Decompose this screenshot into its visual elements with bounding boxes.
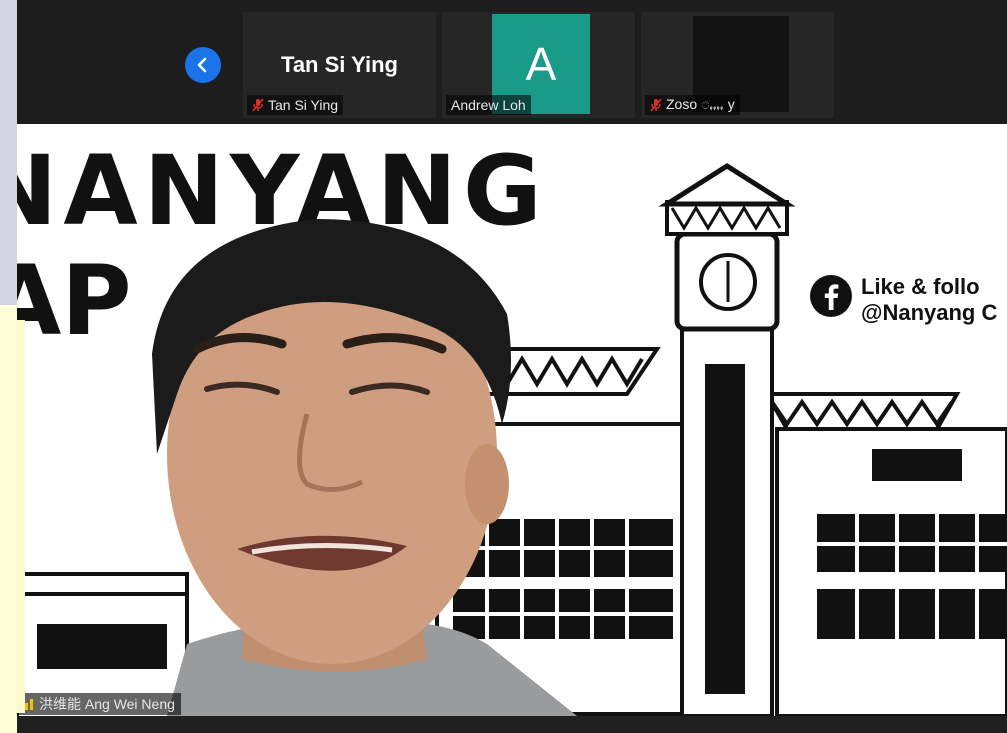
active-speaker-video[interactable]: NANYANG AP Like & follo @Nanyang C bbox=[17, 124, 1007, 716]
participant-name-title: Tan Si Ying bbox=[281, 52, 398, 77]
participant-label: Zoso ꩻꩻꩻꩻ y bbox=[645, 95, 740, 115]
participant-tile-zoso[interactable]: Zoso ꩻꩻꩻꩻ y bbox=[641, 12, 834, 118]
speaker-silhouette bbox=[152, 219, 577, 716]
previous-page-button[interactable] bbox=[185, 47, 221, 83]
desktop-side-note-edge bbox=[17, 320, 25, 713]
participant-strip: Tan Si Ying Tan Si Ying A Andrew Loh Zos… bbox=[17, 0, 1007, 124]
meeting-bottom-edge bbox=[17, 716, 1007, 733]
participant-tile-tan-si-ying[interactable]: Tan Si Ying Tan Si Ying bbox=[243, 12, 436, 118]
zoom-meeting-window: Tan Si Ying Tan Si Ying A Andrew Loh Zos… bbox=[17, 0, 1007, 733]
active-speaker-name-tag: 洪维能 Ang Wei Neng bbox=[17, 693, 181, 715]
desktop-side-panel bbox=[0, 0, 17, 305]
participant-name: Andrew Loh bbox=[451, 97, 526, 113]
mic-muted-icon bbox=[650, 98, 662, 112]
participant-label: Andrew Loh bbox=[446, 95, 531, 115]
participant-name: Zoso ꩻꩻꩻꩻ y bbox=[666, 95, 735, 112]
mic-muted-icon bbox=[252, 98, 264, 112]
desktop-side-note bbox=[0, 305, 17, 733]
active-speaker-name: 洪维能 Ang Wei Neng bbox=[39, 696, 175, 712]
participant-name: Tan Si Ying bbox=[268, 97, 339, 113]
participant-label: Tan Si Ying bbox=[247, 95, 344, 115]
chevron-left-icon bbox=[197, 57, 207, 73]
participant-tile-andrew-loh[interactable]: A Andrew Loh bbox=[442, 12, 635, 118]
